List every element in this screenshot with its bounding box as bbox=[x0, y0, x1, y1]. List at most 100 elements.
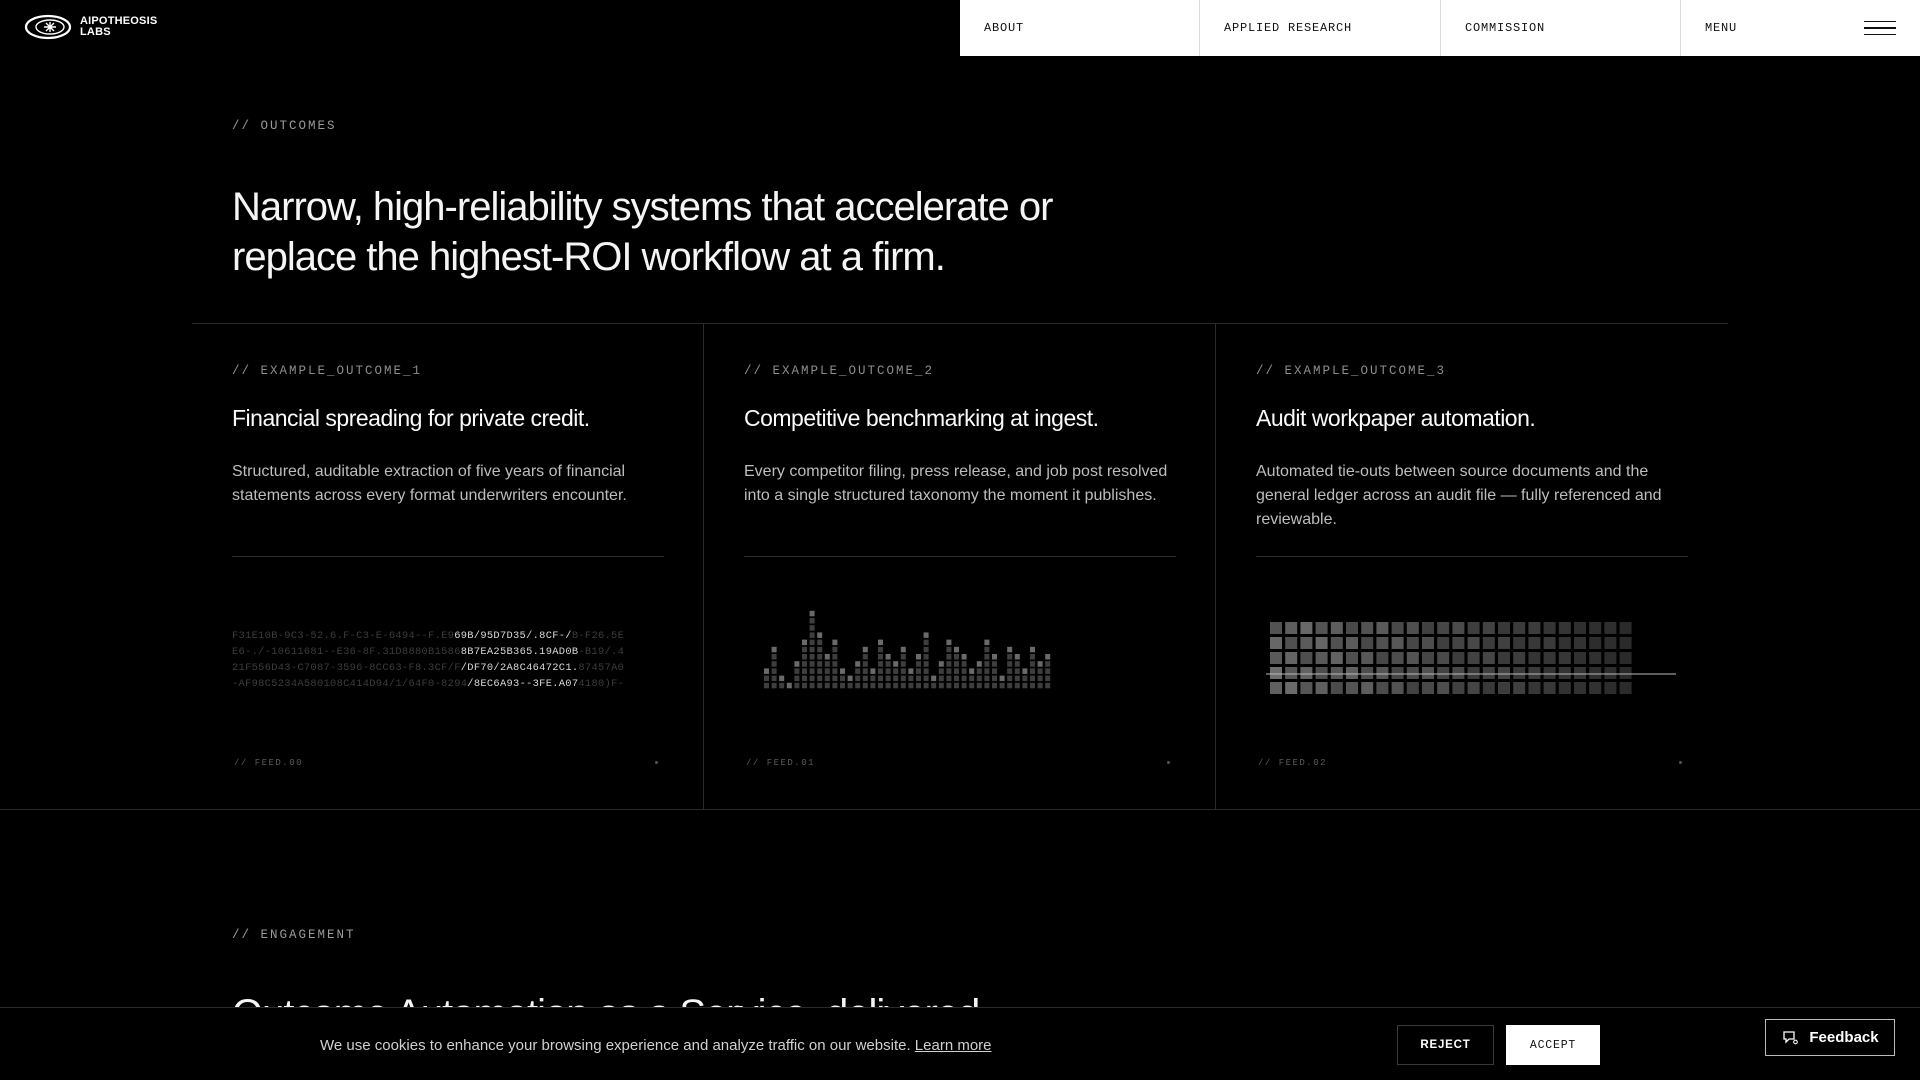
bar-cell bbox=[1037, 661, 1043, 667]
grid-cell bbox=[1619, 667, 1632, 679]
bar-cell bbox=[832, 682, 838, 689]
grid-cell bbox=[1452, 622, 1465, 634]
grid-cell bbox=[1467, 667, 1480, 679]
grid-cell bbox=[1270, 622, 1282, 634]
bar-cell bbox=[893, 668, 899, 674]
bar-cell bbox=[938, 682, 944, 689]
brand-logo[interactable]: AIPOTHEOSIS LABS bbox=[24, 14, 157, 40]
learn-more-link[interactable]: Learn more bbox=[915, 1037, 992, 1054]
card-title: Financial spreading for private credit. bbox=[232, 405, 590, 431]
bar-cell bbox=[794, 661, 800, 667]
grid-cell bbox=[1330, 682, 1343, 694]
bar-cell bbox=[961, 668, 967, 674]
bar-cell bbox=[984, 682, 990, 689]
grid-cell bbox=[1467, 637, 1480, 649]
grid-cell bbox=[1391, 622, 1404, 634]
bar-cell bbox=[832, 661, 838, 667]
bar-cell bbox=[984, 661, 990, 667]
top-nav: ABOUT APPLIED RESEARCH COMMISSION MENU bbox=[960, 0, 1920, 56]
bar-cell bbox=[817, 668, 823, 674]
grid-cell bbox=[1437, 637, 1450, 649]
card-description: Every competitor filing, press release, … bbox=[744, 463, 1168, 504]
bar-cell bbox=[809, 682, 815, 689]
bar-cell bbox=[862, 675, 868, 682]
bar-cell bbox=[984, 646, 990, 653]
bar-cell bbox=[931, 675, 937, 682]
grid-cell bbox=[1452, 652, 1465, 664]
bar-cell bbox=[1014, 654, 1020, 660]
grid-cell bbox=[1315, 652, 1328, 664]
bar-cell bbox=[946, 654, 952, 660]
card-title: Competitive benchmarking at ingest. bbox=[744, 405, 1099, 431]
grid-cell bbox=[1406, 667, 1419, 679]
nav-item-about[interactable]: ABOUT bbox=[960, 0, 1200, 56]
section-divider bbox=[0, 809, 1920, 810]
grid-cell bbox=[1361, 622, 1374, 634]
grid-cell bbox=[1589, 667, 1602, 679]
hex-dim: 87457A0 bbox=[578, 662, 625, 674]
grid-cell bbox=[1437, 652, 1450, 664]
bar-cell bbox=[923, 646, 929, 653]
grid-cell bbox=[1391, 652, 1404, 664]
bar-cell bbox=[885, 661, 891, 667]
bar-cell bbox=[878, 654, 883, 660]
bar-cell bbox=[999, 682, 1005, 689]
bar-cell bbox=[824, 675, 830, 682]
grid-cell bbox=[1543, 667, 1556, 679]
grid-cell bbox=[1300, 637, 1313, 649]
bar-cell bbox=[992, 675, 997, 682]
bar-cell bbox=[923, 682, 929, 689]
bar-cell bbox=[961, 682, 967, 689]
engagement-eyebrow: // ENGAGEMENT bbox=[232, 928, 356, 942]
grid-cell bbox=[1376, 637, 1389, 649]
reject-button[interactable]: REJECT bbox=[1397, 1025, 1494, 1065]
grid-cell bbox=[1270, 682, 1282, 694]
bar-cell bbox=[817, 639, 823, 646]
bar-cell bbox=[938, 675, 944, 682]
bar-cell bbox=[878, 682, 883, 689]
grid-cell bbox=[1285, 622, 1298, 634]
bar-cell bbox=[802, 668, 807, 674]
bar-cell bbox=[832, 646, 838, 653]
grid-cell bbox=[1619, 622, 1632, 634]
grid-cell bbox=[1270, 667, 1282, 679]
bar-cell bbox=[862, 654, 868, 660]
nav-item-commission[interactable]: COMMISSION bbox=[1441, 0, 1681, 56]
bar-cell bbox=[862, 668, 868, 674]
grid-cell bbox=[1589, 622, 1602, 634]
grid-cell bbox=[1467, 682, 1480, 694]
bar-cell bbox=[1045, 682, 1051, 689]
bar-cell bbox=[946, 646, 952, 653]
bar-cell bbox=[893, 682, 899, 689]
cookie-text: We use cookies to enhance your browsing … bbox=[320, 1037, 911, 1054]
bar-cell bbox=[1022, 675, 1028, 682]
hex-line: 21F556D43-C7087-3596-8CC63-F8.3CF/F/DF70… bbox=[232, 660, 664, 676]
grid-cell bbox=[1406, 622, 1419, 634]
bar-cell bbox=[999, 675, 1005, 682]
grid-cell bbox=[1482, 637, 1495, 649]
grid-cell bbox=[1391, 682, 1404, 694]
grid-cell bbox=[1467, 622, 1480, 634]
bar-cell bbox=[870, 668, 876, 674]
grid-cell bbox=[1330, 637, 1343, 649]
bar-cell bbox=[878, 675, 883, 682]
grid-cell bbox=[1558, 682, 1571, 694]
grid-cell bbox=[1361, 667, 1374, 679]
bar-cell bbox=[1022, 682, 1028, 689]
bar-cell bbox=[809, 668, 815, 674]
bar-cell bbox=[1007, 646, 1013, 653]
accept-button[interactable]: ACCEPT bbox=[1506, 1025, 1600, 1065]
bar-cell bbox=[878, 646, 883, 653]
bar-cell bbox=[908, 675, 914, 682]
cookie-banner: We use cookies to enhance your browsing … bbox=[0, 1007, 1920, 1080]
grid-cell bbox=[1619, 682, 1632, 694]
status-dot bbox=[1167, 761, 1170, 764]
menu-button[interactable]: MENU bbox=[1681, 0, 1920, 56]
bar-cell bbox=[1037, 682, 1043, 689]
bar-cell bbox=[771, 675, 777, 682]
bar-cell bbox=[832, 675, 838, 682]
grid-cell bbox=[1528, 652, 1541, 664]
bar-cell bbox=[946, 639, 952, 646]
nav-item-applied-research[interactable]: APPLIED RESEARCH bbox=[1200, 0, 1441, 56]
feedback-button[interactable]: Feedback bbox=[1765, 1019, 1895, 1056]
